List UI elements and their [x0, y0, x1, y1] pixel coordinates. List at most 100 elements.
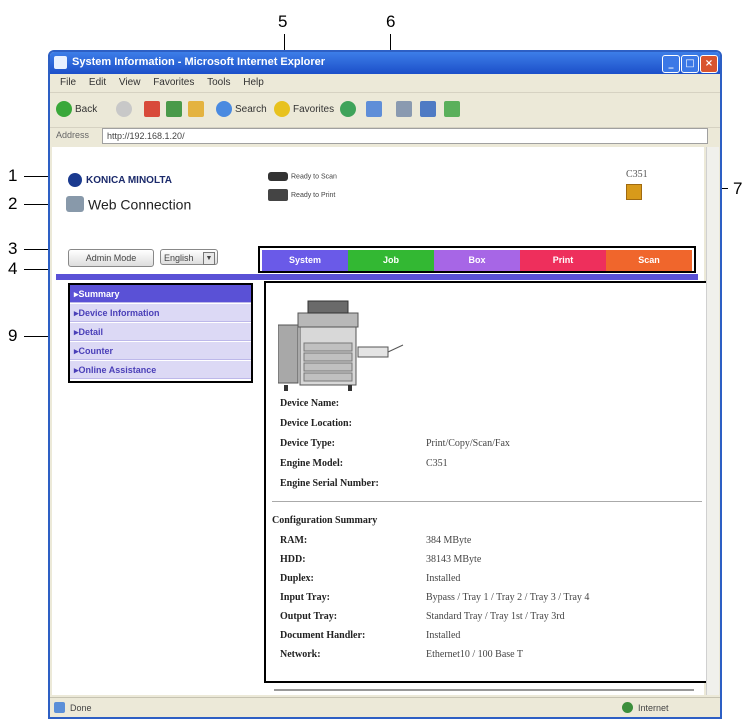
- vertical-scrollbar[interactable]: [706, 147, 719, 695]
- menu-detail-label: Detail: [78, 327, 104, 337]
- input-tray-value: Bypass / Tray 1 / Tray 2 / Tray 3 / Tray…: [426, 592, 590, 603]
- tab-print[interactable]: Print: [520, 250, 606, 271]
- ram-label: RAM:: [280, 535, 308, 546]
- tab-underline-bar: [56, 274, 698, 280]
- scan-status: Ready to Scan: [268, 172, 337, 181]
- search-button[interactable]: Search: [216, 100, 267, 120]
- address-bar: Address http://192.168.1.20/: [50, 127, 720, 145]
- document-handler-value: Installed: [426, 630, 461, 641]
- input-tray-label: Input Tray:: [280, 592, 330, 603]
- model-label: C351: [626, 169, 648, 180]
- menu-summary-label: Summary: [78, 289, 120, 299]
- address-input[interactable]: http://192.168.1.20/: [102, 128, 708, 144]
- tab-box-label: Box: [468, 255, 486, 265]
- star-icon: [274, 101, 290, 118]
- brand-text: KONICA MINOLTA: [86, 174, 172, 186]
- print-button[interactable]: [396, 100, 415, 120]
- callout-2: 2: [8, 194, 18, 213]
- ie-icon: [54, 56, 67, 69]
- home-button[interactable]: [188, 100, 207, 120]
- duplex-value: Installed: [426, 573, 461, 584]
- forward-button[interactable]: [116, 100, 135, 120]
- mail-button[interactable]: [366, 100, 385, 120]
- globe-icon: [68, 173, 82, 188]
- menu-counter[interactable]: ▸Counter: [70, 342, 251, 360]
- tab-box[interactable]: Box: [434, 250, 520, 271]
- tab-scan[interactable]: Scan: [606, 250, 692, 271]
- callout-9: 9: [8, 326, 18, 345]
- refresh-button[interactable]: [166, 100, 185, 120]
- config-heading: Configuration Summary: [272, 515, 378, 526]
- menu-view[interactable]: View: [119, 77, 141, 88]
- messenger-button[interactable]: [444, 100, 463, 120]
- device-type-value: Print/Copy/Scan/Fax: [426, 438, 510, 449]
- back-button[interactable]: Back: [56, 100, 97, 120]
- callout-6: 6: [386, 12, 396, 31]
- callout-3: 3: [8, 239, 18, 258]
- konica-minolta-logo: KONICA MINOLTA: [68, 171, 172, 189]
- language-select[interactable]: English ▼: [160, 249, 218, 265]
- address-label: Address: [56, 130, 90, 140]
- device-name-label: Device Name:: [280, 398, 340, 409]
- device-status-icon[interactable]: [626, 184, 642, 200]
- mail-icon: [366, 101, 382, 118]
- refresh-icon: [166, 101, 182, 118]
- minimize-button[interactable]: _: [662, 55, 680, 73]
- search-label: Search: [235, 104, 267, 115]
- messenger-icon: [444, 101, 460, 118]
- printer-icon: [396, 101, 412, 118]
- tab-scan-label: Scan: [638, 255, 660, 265]
- ram-value: 384 MByte: [426, 535, 472, 546]
- title-bar: System Information - Microsoft Internet …: [50, 52, 720, 74]
- tab-print-label: Print: [552, 255, 574, 265]
- internet-zone-icon: [622, 702, 633, 713]
- toolbar: Back Search Favorites: [50, 92, 720, 128]
- tab-system-label: System: [288, 255, 322, 265]
- admin-mode-button[interactable]: Admin Mode: [68, 249, 154, 267]
- status-right-text: Internet: [638, 703, 669, 713]
- engine-model-label: Engine Model:: [280, 458, 344, 469]
- forward-arrow-icon: [116, 101, 132, 118]
- left-menu: ▸Summary ▸Device Information ▸Detail ▸Co…: [68, 283, 253, 383]
- search-icon: [216, 101, 232, 118]
- favorites-button[interactable]: Favorites: [274, 100, 334, 120]
- menu-detail[interactable]: ▸Detail: [70, 323, 251, 341]
- engine-serial-label: Engine Serial Number:: [280, 478, 379, 489]
- menu-file[interactable]: File: [60, 77, 76, 88]
- edit-icon: [420, 101, 436, 118]
- output-tray-value: Standard Tray / Tray 1st / Tray 3rd: [426, 611, 565, 622]
- engine-model-value: C351: [426, 458, 448, 469]
- tab-job[interactable]: Job: [348, 250, 434, 271]
- duplex-label: Duplex:: [280, 573, 314, 584]
- back-label: Back: [75, 104, 98, 115]
- status-bar: Done Internet: [50, 697, 720, 717]
- tab-system[interactable]: System: [262, 250, 348, 271]
- home-icon: [188, 101, 204, 118]
- back-arrow-icon: [56, 101, 72, 118]
- edit-button[interactable]: [420, 100, 439, 120]
- network-value: Ethernet10 / 100 Base T: [426, 649, 524, 660]
- maximize-button[interactable]: □: [681, 55, 699, 73]
- hdd-value: 38143 MByte: [426, 554, 482, 565]
- history-button[interactable]: [340, 100, 359, 120]
- pagescope-icon: [66, 196, 84, 213]
- menu-tools[interactable]: Tools: [207, 77, 230, 88]
- stop-button[interactable]: [144, 100, 163, 120]
- menu-device-information[interactable]: ▸Device Information: [70, 304, 251, 322]
- close-button[interactable]: ×: [700, 55, 718, 73]
- tab-row: System Job Box Print Scan: [258, 246, 696, 273]
- network-label: Network:: [280, 649, 321, 660]
- menu-edit[interactable]: Edit: [89, 77, 106, 88]
- printer-status-icon: [268, 189, 288, 201]
- device-location-label: Device Location:: [280, 418, 352, 429]
- product-name: Web Connection: [88, 196, 192, 213]
- menu-summary[interactable]: ▸Summary: [70, 285, 251, 303]
- document-handler-label: Document Handler:: [280, 630, 366, 641]
- menu-help[interactable]: Help: [243, 77, 264, 88]
- menu-favorites[interactable]: Favorites: [153, 77, 194, 88]
- history-icon: [340, 101, 356, 118]
- menu-online-assistance[interactable]: ▸Online Assistance: [70, 361, 251, 379]
- menu-counter-label: Counter: [78, 346, 114, 356]
- callout-4: 4: [8, 259, 18, 278]
- pagescope-logo: Web Connection: [66, 195, 191, 213]
